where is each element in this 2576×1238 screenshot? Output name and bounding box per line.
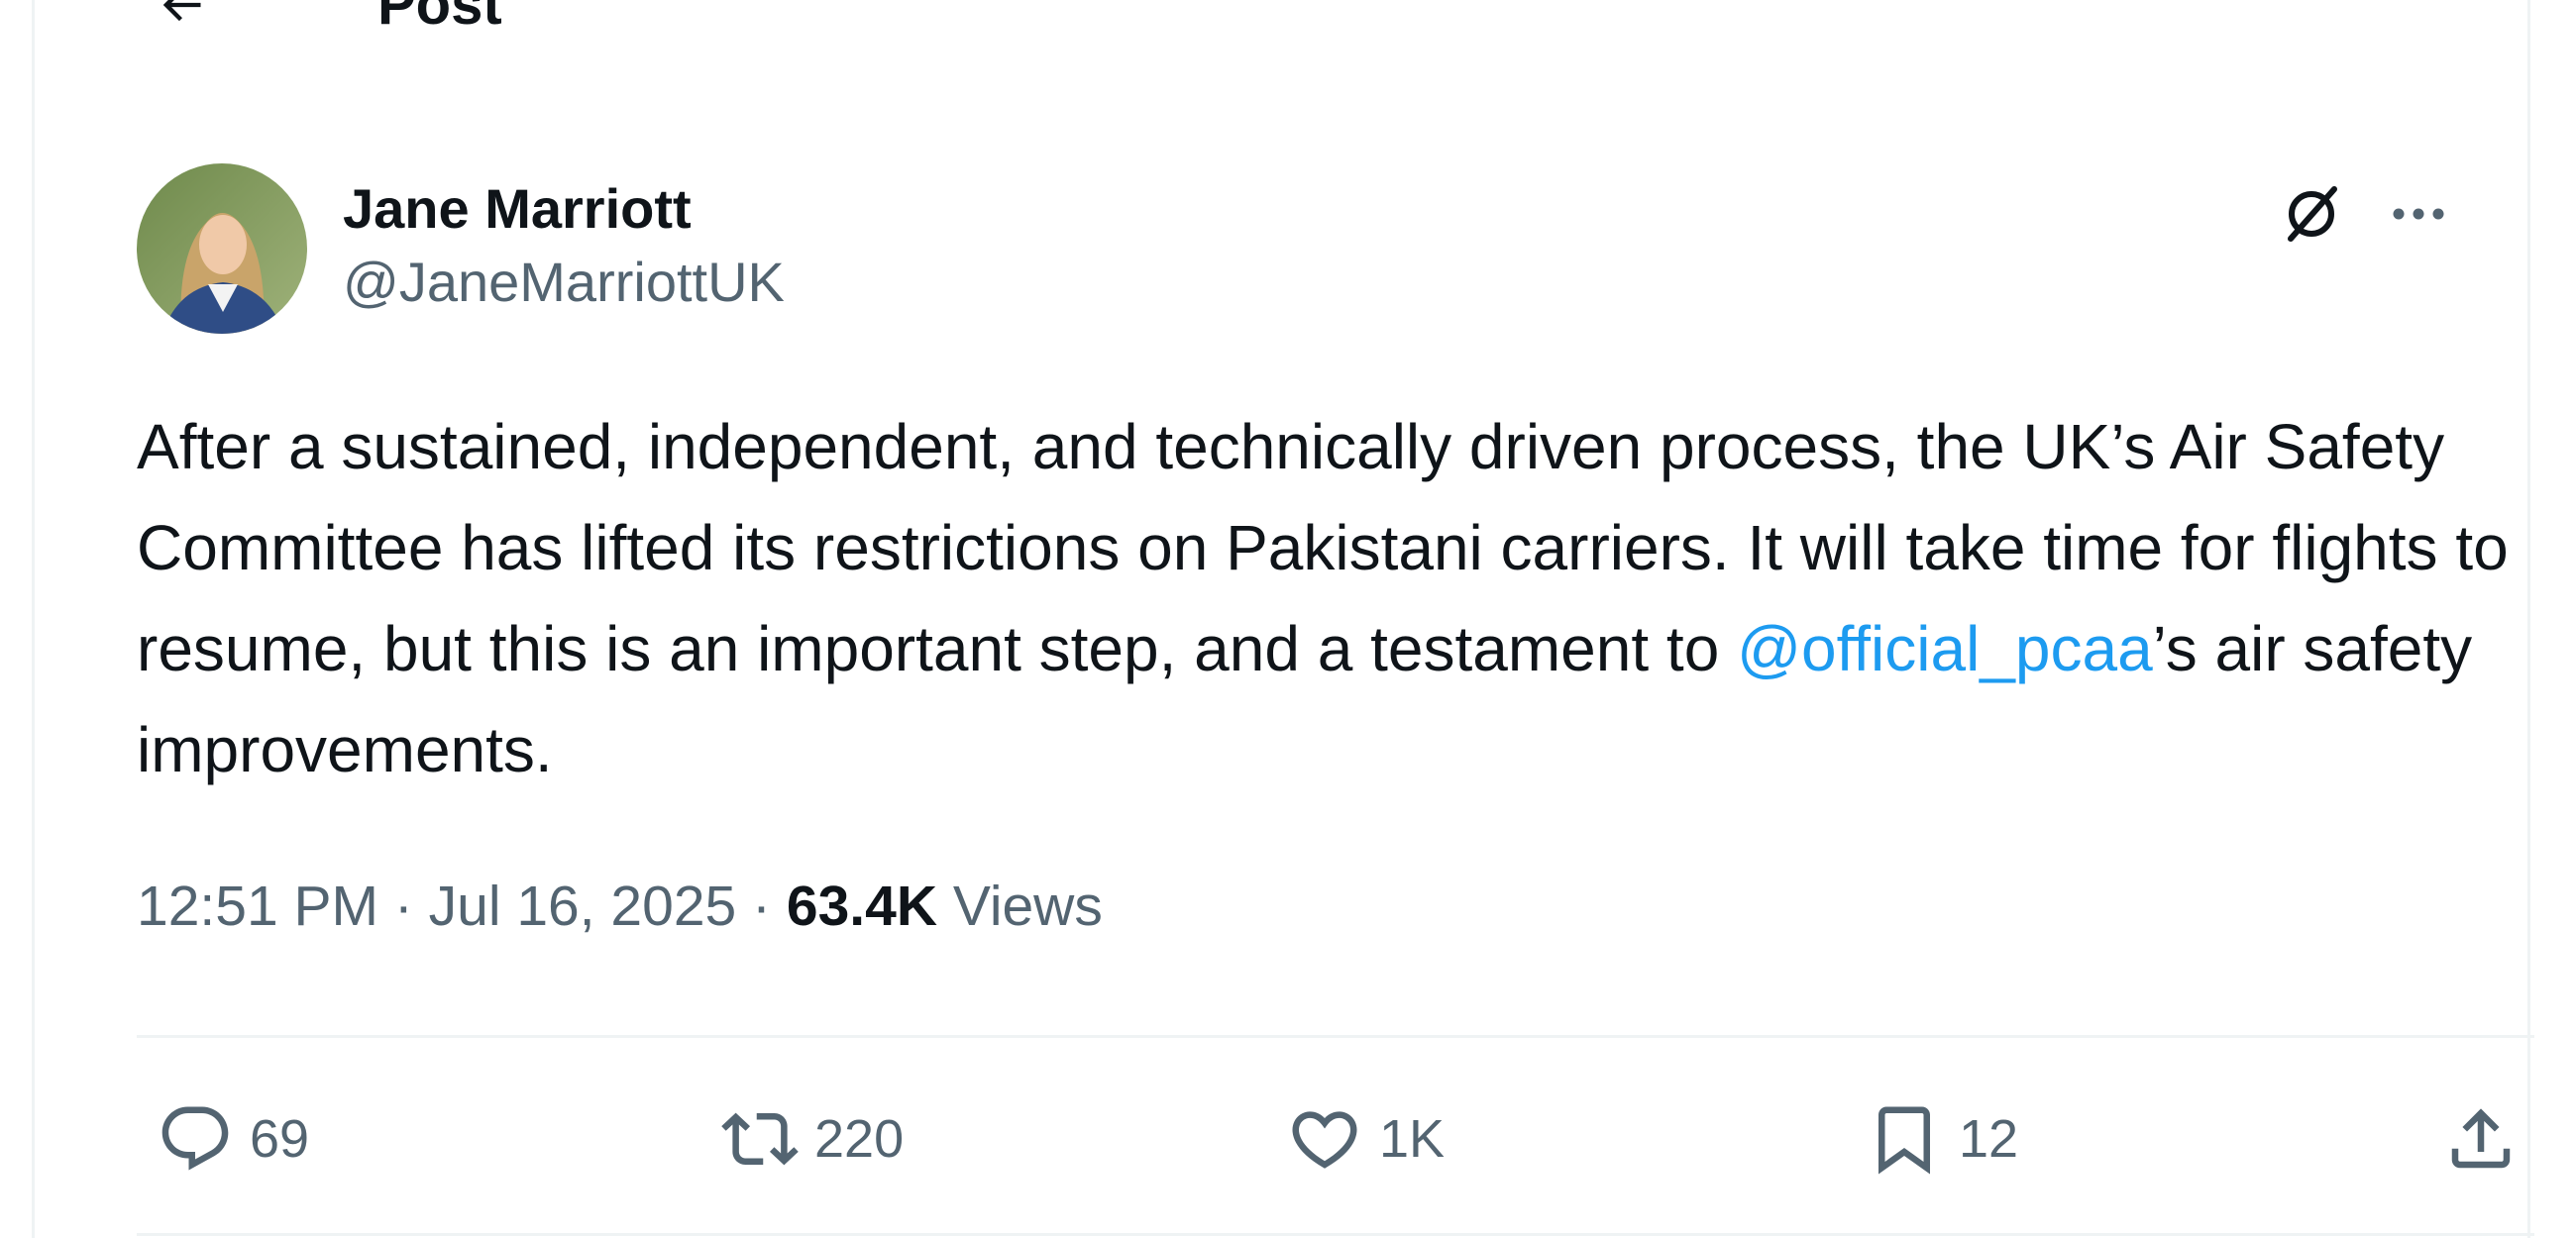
avatar[interactable] (137, 163, 307, 334)
back-arrow-icon (162, 0, 201, 22)
meta-separator: · (377, 875, 429, 938)
author-handle[interactable]: @JaneMarriottUK (343, 250, 785, 315)
more-options-button[interactable] (2379, 174, 2458, 254)
post-date[interactable]: Jul 16, 2025 (429, 875, 737, 938)
author-names: Jane Marriott @JaneMarriottUK (343, 176, 785, 315)
tweet-text: After a sustained, independent, and tech… (137, 396, 2534, 800)
views-label-gap (937, 875, 953, 938)
grok-icon (2288, 186, 2337, 242)
repost-count: 220 (814, 1109, 905, 1169)
post-meta: 12:51 PM · Jul 16, 2025 · 63.4K Views (137, 872, 1103, 941)
post-time[interactable]: 12:51 PM (137, 875, 378, 938)
post-detail-panel: Post Jane Marriott @JaneMarriottUK After… (32, 0, 2534, 1238)
post-top-actions (2272, 174, 2458, 254)
action-bar: 69 220 1K 12 (137, 1089, 2534, 1188)
author-block: Jane Marriott @JaneMarriottUK (137, 163, 785, 334)
views-label: Views (952, 875, 1103, 938)
mention-link[interactable]: @official_pcaa (1737, 613, 2153, 684)
author-display-name[interactable]: Jane Marriott (343, 176, 785, 242)
bookmark-count: 12 (1959, 1109, 2019, 1169)
reply-button[interactable]: 69 (157, 1089, 309, 1188)
repost-icon (721, 1112, 799, 1166)
like-count: 1K (1379, 1109, 1446, 1169)
back-button[interactable] (147, 0, 216, 40)
share-icon (2451, 1108, 2511, 1169)
heart-icon (1292, 1111, 1357, 1169)
reply-icon (161, 1106, 229, 1171)
grok-button[interactable] (2272, 174, 2351, 254)
bookmark-icon (1878, 1106, 1930, 1175)
views-count: 63.4K (786, 875, 937, 938)
like-button[interactable]: 1K (1286, 1089, 1445, 1188)
divider (137, 1233, 2534, 1236)
share-button[interactable] (2442, 1089, 2520, 1188)
page-title: Post (377, 0, 502, 37)
divider (137, 1035, 2534, 1038)
bookmark-button[interactable]: 12 (1866, 1089, 2018, 1188)
repost-button[interactable]: 220 (721, 1089, 904, 1188)
more-options-icon (2393, 208, 2444, 220)
reply-count: 69 (250, 1109, 310, 1169)
meta-separator: · (736, 875, 787, 938)
